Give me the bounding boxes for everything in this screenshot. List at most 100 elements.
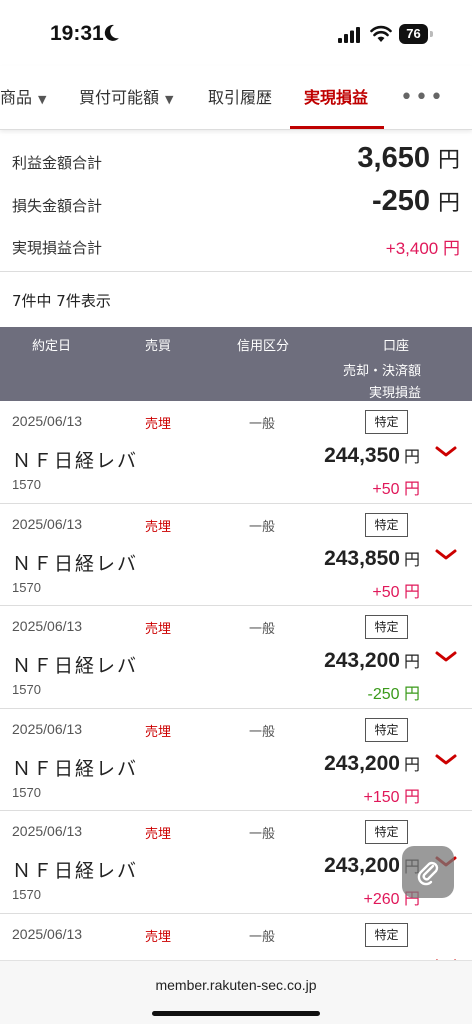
row-amount-number: 244,350: [324, 444, 400, 467]
browser-url-bar[interactable]: member.rakuten-sec.co.jp: [0, 960, 472, 1024]
row-date: 2025/06/13: [12, 618, 83, 634]
row-amount-number: 243,850: [324, 546, 400, 570]
row-settlement-amount: 244,350 円: [324, 443, 420, 468]
profit-total-value: 3,650 円: [357, 142, 460, 175]
row-account-badge: 特定: [365, 717, 408, 742]
table-row[interactable]: 2025/06/13 売埋 一般 特定 ＮＦ日経レバ 243,200円 1570…: [0, 708, 472, 811]
loss-total-unit: 円: [437, 191, 460, 216]
row-date: 2025/06/13: [12, 720, 83, 737]
pnl-summary: 利益金額合計 3,650 円 損失金額合計 -250 円 実現損益合計 +3,400…: [0, 130, 472, 272]
row-security-code: 1570: [12, 682, 41, 697]
profit-total-unit: 円: [437, 148, 460, 173]
row-security-code: 1570: [12, 579, 41, 595]
row-amount-number: 243,200: [324, 854, 400, 877]
row-security-code: 1570: [12, 784, 41, 800]
tab-bar: 商品 ▼ 買付可能額 ▼ 取引履歴 実現損益 •••: [0, 66, 472, 130]
status-time: 19:31: [50, 22, 104, 45]
realized-total-value: +3,400 円: [385, 239, 460, 258]
profit-total-label: 利益金額合計: [12, 154, 103, 172]
table-row[interactable]: 2025/06/13 売埋 一般 特定 ＮＦ日経レバ 243,850 円 1570…: [0, 503, 472, 606]
header-account: 口座: [383, 339, 410, 354]
caret-down-icon: ▼: [38, 93, 47, 106]
row-security-code: 1570: [12, 477, 41, 492]
row-security-name: ＮＦ日経レバ: [12, 552, 139, 575]
tab-buying-power-label: 買付可能額: [79, 88, 160, 107]
loss-total-label: 損失金額合計: [12, 197, 103, 215]
chevron-down-icon[interactable]: [434, 445, 458, 459]
row-account-badge: 特定: [365, 512, 408, 537]
row-amount-number: 243,200: [324, 751, 400, 775]
row-date: 2025/06/13: [12, 925, 83, 942]
row-security-name: ＮＦ日経レバ: [12, 450, 139, 472]
row-side: 売埋: [145, 622, 172, 637]
row-credit-type: 一般: [249, 724, 276, 740]
profit-total-amount: 3,650: [357, 142, 430, 174]
loss-total-amount: -250: [371, 185, 430, 217]
header-side: 売買: [145, 339, 172, 354]
loss-total-value: -250 円: [372, 185, 460, 218]
row-account-badge: 特定: [365, 820, 408, 844]
row-credit-type: 一般: [249, 827, 276, 842]
status-bar: 19:31 76: [0, 0, 472, 66]
row-side: 売埋: [145, 519, 172, 535]
row-amount-unit: 円: [403, 652, 420, 671]
trade-list: 2025/06/13 売埋 一般 特定 ＮＦ日経レバ 244,350 円 1570…: [0, 401, 472, 1016]
row-amount-unit: 円: [403, 549, 420, 569]
row-credit-type: 一般: [249, 622, 276, 637]
row-account-badge: 特定: [365, 922, 408, 947]
row-settlement-amount: 243,200円: [324, 751, 420, 776]
header-credit: 信用区分: [237, 339, 290, 354]
tab-realized-pnl[interactable]: 実現損益: [304, 66, 368, 130]
header-settlement: 売却・決済額: [342, 364, 421, 379]
tab-trade-history[interactable]: 取引履歴: [208, 66, 272, 130]
row-security-name: ＮＦ日経レバ: [12, 860, 139, 882]
row-credit-type: 一般: [249, 417, 276, 432]
chevron-down-icon[interactable]: [434, 753, 458, 767]
row-settlement-amount: 243,850 円: [324, 546, 420, 571]
row-realized-pnl: +150 円: [363, 788, 421, 806]
row-date: 2025/06/13: [12, 413, 83, 429]
result-count: 7件中 7件表示: [12, 292, 111, 310]
home-indicator[interactable]: [152, 1011, 320, 1016]
tab-trade-history-label: 取引履歴: [208, 88, 273, 107]
row-side: 売埋: [145, 724, 172, 740]
row-credit-type: 一般: [249, 929, 276, 945]
row-realized-pnl: +50 円: [372, 583, 420, 601]
chevron-down-icon[interactable]: [434, 548, 458, 562]
realized-total-label: 実現損益合計: [12, 239, 103, 257]
tab-products[interactable]: 商品 ▼: [0, 66, 46, 130]
row-realized-pnl: -250 円: [367, 686, 420, 703]
row-credit-type: 一般: [249, 519, 276, 535]
attachment-button[interactable]: [402, 846, 454, 898]
row-security-name: ＮＦ日経レバ: [12, 757, 139, 780]
battery-tip: [430, 31, 433, 37]
battery-level: 76: [399, 24, 428, 44]
caret-down-icon: ▼: [165, 93, 174, 106]
row-account-badge: 特定: [365, 410, 408, 434]
row-amount-unit: 円: [403, 447, 420, 466]
row-side: 売埋: [145, 827, 172, 842]
wifi-icon: [370, 25, 392, 42]
url-text: member.rakuten-sec.co.jp: [155, 977, 317, 993]
chevron-down-icon[interactable]: [434, 650, 458, 664]
table-row[interactable]: 2025/06/13 売埋 一般 特定 ＮＦ日経レバ 244,350 円 1570…: [0, 401, 472, 504]
header-pnl: 実現損益: [368, 386, 421, 401]
table-row[interactable]: 2025/06/13 売埋 一般 特定 ＮＦ日経レバ 243,200円 1570…: [0, 606, 472, 709]
active-tab-indicator: [290, 126, 384, 129]
more-menu-button[interactable]: •••: [400, 87, 445, 109]
tab-buying-power[interactable]: 買付可能額 ▼: [79, 66, 173, 130]
battery-icon: 76: [399, 24, 433, 44]
cellular-signal-icon: [338, 27, 360, 43]
row-date: 2025/06/13: [12, 823, 83, 839]
row-realized-pnl: +50 円: [372, 481, 420, 498]
header-date: 約定日: [32, 339, 72, 354]
tab-products-label: 商品: [0, 88, 33, 107]
row-date: 2025/06/13: [12, 515, 83, 532]
row-side: 売埋: [145, 929, 172, 945]
row-account-badge: 特定: [365, 615, 408, 639]
table-header: 約定日 売買 信用区分 口座 売却・決済額 実現損益: [0, 327, 472, 401]
paperclip-icon: [417, 861, 439, 886]
row-security-code: 1570: [12, 887, 41, 902]
moon-icon: [104, 24, 119, 41]
row-side: 売埋: [145, 417, 172, 432]
